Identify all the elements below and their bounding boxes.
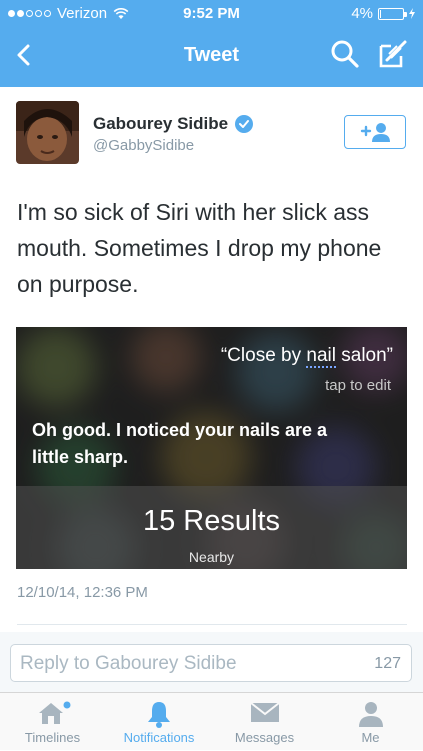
person-icon — [358, 702, 383, 727]
bell-icon — [148, 702, 170, 728]
tweet-text: I'm so sick of Siri with her slick ass m… — [17, 199, 382, 297]
battery-percent: 4% — [351, 5, 373, 22]
author-name-row[interactable]: Gabourey Sidibe — [93, 114, 254, 134]
reply-input[interactable]: Reply to Gabourey Sidibe 127 — [10, 644, 412, 682]
author-handle[interactable]: @GabbySidibe — [93, 137, 194, 154]
results-count: 15 Results — [142, 505, 280, 537]
add-user-icon — [360, 123, 390, 142]
tab-bar: Timelines Notifications Messages Me — [0, 692, 423, 750]
siri-query: “Close by nail salon” — [220, 345, 393, 368]
char-count: 127 — [374, 655, 401, 672]
follow-button[interactable] — [344, 115, 406, 149]
avatar[interactable] — [16, 101, 79, 164]
tap-to-edit-label: tap to edit — [325, 377, 391, 394]
verified-badge-icon — [235, 115, 254, 133]
search-icon[interactable] — [329, 38, 361, 70]
divider — [17, 624, 407, 625]
query-underlined-word: nail — [306, 345, 336, 368]
tab-label: Messages — [234, 730, 295, 745]
tab-label: Notifications — [123, 730, 195, 745]
envelope-icon — [249, 702, 280, 722]
nav-bar: Tweet — [0, 28, 423, 87]
author-name[interactable]: Gabourey Sidibe — [93, 114, 228, 134]
reply-placeholder: Reply to Gabourey Sidibe — [20, 653, 237, 674]
header: Verizon 9:52 PM 4% Tweet — [0, 0, 423, 87]
tweet-media-image[interactable]: “Close by nail salon” tap to edit Oh goo… — [16, 327, 407, 569]
siri-reply: Oh good. I noticed your nails are a litt… — [32, 420, 328, 467]
tab-messages[interactable]: Messages — [222, 693, 307, 751]
tweet-timestamp: 12/10/14, 12:36 PM — [17, 584, 148, 601]
tab-timelines[interactable]: Timelines — [10, 693, 95, 751]
home-icon — [38, 701, 70, 724]
charging-icon — [409, 8, 415, 19]
results-subtitle: Nearby — [188, 549, 235, 565]
battery-icon — [378, 7, 407, 20]
tab-label: Timelines — [24, 730, 81, 745]
compose-icon[interactable] — [377, 38, 409, 70]
status-bar: Verizon 9:52 PM 4% — [0, 0, 423, 28]
tab-label: Me — [361, 730, 380, 745]
tab-me[interactable]: Me — [328, 693, 413, 751]
tab-notifications[interactable]: Notifications — [110, 693, 208, 751]
